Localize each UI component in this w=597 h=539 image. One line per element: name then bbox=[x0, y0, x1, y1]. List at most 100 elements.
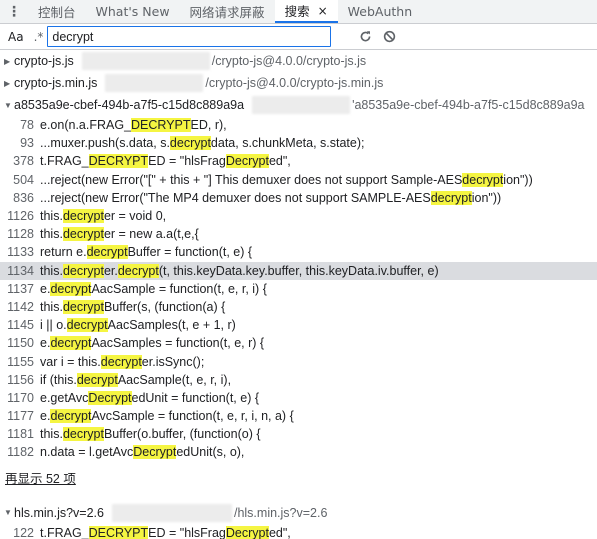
match-case-button[interactable]: Aa bbox=[2, 30, 30, 44]
search-match-row[interactable]: 1134 this. decrypt er. decrypt (t, this.keyDa… bbox=[0, 261, 597, 280]
line-number: 1170 bbox=[7, 390, 34, 405]
search-match-row[interactable]: 93 ...muxer.push(s.data, s. decrypt data, s… bbox=[0, 134, 597, 152]
match-highlight: DECRYPT bbox=[88, 525, 149, 539]
match-highlight: decrypt bbox=[62, 299, 104, 314]
match-text: var i = this. bbox=[40, 354, 101, 369]
line-number: 1182 bbox=[7, 445, 34, 460]
collapse-arrow-icon[interactable]: ▼ bbox=[4, 101, 14, 110]
match-text: edUnit = function(t, e) { bbox=[131, 390, 260, 405]
close-tab-icon[interactable]: × bbox=[318, 4, 328, 18]
match-text: ion")) bbox=[471, 190, 502, 205]
line-number: 1137 bbox=[7, 281, 34, 296]
match-highlight: Decrypt bbox=[225, 154, 269, 169]
tab-network-request-blocking[interactable]: 网络请求屏蔽 bbox=[180, 0, 275, 23]
search-match-row[interactable]: 1133 return e. decrypt Buffer = function(t,… bbox=[0, 243, 597, 261]
match-text: this. bbox=[40, 227, 63, 242]
file-name: a8535a9e-cbef-494b-a7f5-c15d8c889a9a bbox=[14, 98, 245, 112]
line-number: 1128 bbox=[7, 227, 34, 242]
search-match-row[interactable]: 836 ...reject(new Error("The MP4 demuxer … bbox=[0, 189, 597, 207]
match-highlight: decrypt bbox=[117, 263, 159, 278]
redacted-path bbox=[252, 96, 351, 114]
file-name: crypto-js.min.js bbox=[14, 76, 98, 90]
collapse-arrow-icon[interactable]: ▼ bbox=[4, 508, 14, 517]
search-match-row[interactable]: 1156 if (this. decrypt AacSample(t, e, r, i… bbox=[0, 371, 597, 389]
search-match-row[interactable]: 1155 var i = this. decrypt er.isSync(); bbox=[0, 352, 597, 370]
file-row-crypto-js-min[interactable]: ▶ crypto-js.min.js /crypto-js@4.0.0/cryp… bbox=[0, 72, 597, 94]
tab-console[interactable]: 控制台 bbox=[28, 0, 86, 23]
search-match-row[interactable]: 1137 e. decrypt AacSample = function(t, e, … bbox=[0, 280, 597, 298]
match-highlight: decrypt bbox=[62, 227, 104, 242]
match-text: AacSample(t, e, r, i), bbox=[117, 372, 232, 387]
search-match-row[interactable]: 504 ...reject(new Error("[" + this + "] T… bbox=[0, 171, 597, 189]
refresh-icon[interactable] bbox=[353, 30, 377, 43]
line-number: 1145 bbox=[7, 318, 34, 333]
match-text: ...reject(new Error("[" + this + "] This… bbox=[40, 172, 463, 187]
search-match-row[interactable]: 1128 this. decrypt er = new a.a(t,e,{ bbox=[0, 225, 597, 243]
match-text: t.FRAG_ bbox=[40, 525, 89, 539]
match-list: 78 e.on(n.a.FRAG_ DECRYPT ED, r), 93 ...muxer… bbox=[0, 116, 597, 462]
file-row-hls-min[interactable]: ▼ hls.min.js?v=2.6 /hls.min.js?v=2.6 bbox=[0, 502, 597, 524]
line-number: 1156 bbox=[7, 372, 34, 387]
match-text: e. bbox=[40, 281, 51, 296]
match-text: t.FRAG_ bbox=[40, 154, 89, 169]
redacted-path bbox=[81, 52, 210, 70]
tab-webauthn[interactable]: WebAuthn bbox=[338, 0, 422, 23]
match-highlight: decrypt bbox=[62, 427, 104, 442]
match-highlight: Decrypt bbox=[88, 390, 132, 405]
line-number: 378 bbox=[13, 154, 34, 169]
match-text: Buffer(s, (function(a) { bbox=[103, 299, 226, 314]
search-match-row[interactable]: 1126 this. decrypt er = void 0, bbox=[0, 207, 597, 225]
match-highlight: decrypt bbox=[76, 372, 118, 387]
match-text: er. bbox=[103, 263, 118, 278]
tab-label: 搜索 bbox=[284, 4, 310, 19]
match-text: Buffer = function(t, e) { bbox=[127, 245, 253, 260]
match-text: this. bbox=[40, 263, 63, 278]
match-highlight: decrypt bbox=[430, 190, 472, 205]
search-results: ▶ crypto-js.js /crypto-js@4.0.0/crypto-j… bbox=[0, 50, 597, 539]
line-number: 1181 bbox=[7, 427, 34, 442]
line-number: 1177 bbox=[7, 409, 34, 424]
search-match-row[interactable]: 78 e.on(n.a.FRAG_ DECRYPT ED, r), bbox=[0, 116, 597, 134]
line-number: 504 bbox=[13, 172, 34, 187]
search-match-row[interactable]: 1177 e. decrypt AvcSample = function(t, e, … bbox=[0, 407, 597, 425]
match-list: 122 t.FRAG_ DECRYPT ED = "hlsFrag Decrypt ed"… bbox=[0, 524, 597, 539]
search-match-row[interactable]: 1145 i || o. decrypt AacSamples(t, e + 1, r… bbox=[0, 316, 597, 334]
match-text: data, s.chunkMeta, s.state); bbox=[210, 136, 365, 151]
expand-arrow-icon[interactable]: ▶ bbox=[4, 79, 14, 88]
file-row-crypto-js[interactable]: ▶ crypto-js.js /crypto-js@4.0.0/crypto-j… bbox=[0, 50, 597, 72]
line-number: 78 bbox=[20, 118, 34, 133]
regex-button[interactable]: .* bbox=[30, 30, 48, 44]
search-match-row[interactable]: 1182 n.data = l.getAvc Decrypt edUnit(s, o)… bbox=[0, 443, 597, 461]
more-options-icon[interactable]: ⋮ bbox=[0, 0, 28, 23]
expand-arrow-icon[interactable]: ▶ bbox=[4, 57, 14, 66]
match-text: ...muxer.push(s.data, s. bbox=[40, 136, 170, 151]
match-text: this. bbox=[40, 299, 63, 314]
line-number: 1134 bbox=[7, 263, 34, 278]
match-highlight: decrypt bbox=[86, 245, 128, 260]
search-match-row[interactable]: 378 t.FRAG_ DECRYPT ED = "hlsFrag Decrypt ed"… bbox=[0, 152, 597, 170]
search-input[interactable]: decrypt bbox=[47, 26, 332, 47]
match-text: this. bbox=[40, 427, 63, 442]
line-number: 836 bbox=[13, 190, 34, 205]
search-match-row[interactable]: 122 t.FRAG_ DECRYPT ED = "hlsFrag Decrypt ed"… bbox=[0, 524, 597, 539]
tab-label: 网络请求屏蔽 bbox=[189, 5, 265, 20]
match-highlight: decrypt bbox=[462, 172, 504, 187]
tab-search[interactable]: 搜索 × bbox=[274, 0, 338, 23]
file-row-a8535a9e[interactable]: ▼ a8535a9e-cbef-494b-a7f5-c15d8c889a9a '… bbox=[0, 94, 597, 116]
file-path: /crypto-js@4.0.0/crypto-js.js bbox=[211, 54, 367, 68]
match-highlight: decrypt bbox=[50, 281, 92, 296]
show-more-link[interactable]: 再显示 52 项 bbox=[0, 466, 597, 490]
match-text: AvcSample = function(t, e, r, i, n, a) { bbox=[91, 409, 294, 424]
search-match-row[interactable]: 1170 e.getAvc Decrypt edUnit = function(t, … bbox=[0, 389, 597, 407]
file-path: 'a8535a9e-cbef-494b-a7f5-c15d8c889a9a bbox=[352, 98, 585, 112]
match-highlight: Decrypt bbox=[133, 445, 177, 460]
clear-icon[interactable] bbox=[377, 30, 401, 43]
tab-whats-new[interactable]: What's New bbox=[86, 0, 180, 23]
search-match-row[interactable]: 1181 this. decrypt Buffer(o.buffer, (functi… bbox=[0, 425, 597, 443]
match-text: i || o. bbox=[40, 318, 67, 333]
match-text: this. bbox=[40, 209, 63, 224]
match-text: ed", bbox=[268, 525, 291, 539]
search-match-row[interactable]: 1150 e. decrypt AacSamples = function(t, e,… bbox=[0, 334, 597, 352]
file-path: /hls.min.js?v=2.6 bbox=[233, 505, 328, 520]
search-match-row[interactable]: 1142 this. decrypt Buffer(s, (function(a) { bbox=[0, 298, 597, 316]
